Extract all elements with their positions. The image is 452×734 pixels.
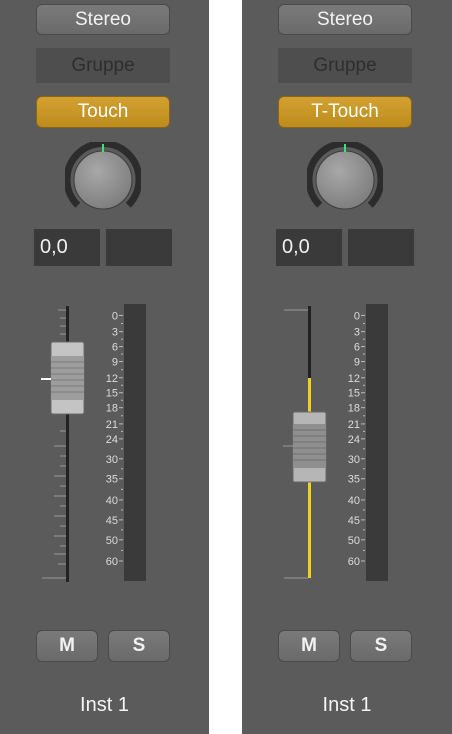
group-slot[interactable]: Gruppe	[36, 48, 170, 83]
output-button[interactable]: Stereo	[278, 4, 412, 35]
meter-scale-label: 12	[348, 373, 360, 385]
meter-scale-label: 3	[354, 327, 360, 339]
meter-scale-label: 21	[348, 419, 360, 431]
pan-value-display[interactable]: 0,0	[276, 229, 342, 266]
group-slot[interactable]: Gruppe	[278, 48, 412, 83]
meter-scale-label: 12	[106, 373, 118, 385]
peak-display	[348, 229, 414, 266]
meter-scale-label: 60	[348, 556, 360, 568]
volume-fader-meter: 0 3 6 9 12 15 18 21 24 30 35 40 45 50 60	[41, 304, 146, 582]
meter-scale-label: 50	[106, 535, 118, 547]
meter-scale-label: 9	[354, 357, 360, 369]
meter-scale-label: 0	[112, 310, 118, 322]
meter-scale-label: 15	[106, 388, 118, 400]
meter-scale-label: 18	[348, 403, 360, 415]
automation-mode-button[interactable]: Touch	[36, 96, 170, 128]
meter-scale-label: 45	[106, 515, 118, 527]
pan-value-display[interactable]: 0,0	[34, 229, 100, 266]
meter-scale-label: 0	[354, 310, 360, 322]
peak-display	[106, 229, 172, 266]
meter-scale-label: 24	[106, 434, 118, 446]
solo-button[interactable]: S	[350, 630, 412, 662]
channel-strip-1: Stereo Gruppe Touch 0,0 0 3 6 9 12 15 18…	[0, 0, 209, 734]
level-meter	[366, 304, 388, 581]
meter-scale-label: 18	[106, 403, 118, 415]
fader-cap[interactable]	[41, 341, 85, 415]
meter-scale-label: 30	[106, 454, 118, 466]
meter-scale-label: 21	[106, 419, 118, 431]
solo-button[interactable]: S	[108, 630, 170, 662]
meter-scale-label: 30	[348, 454, 360, 466]
meter-scale-label: 40	[348, 495, 360, 507]
meter-scale-label: 35	[348, 474, 360, 486]
mute-button[interactable]: M	[278, 630, 340, 662]
mute-button[interactable]: M	[36, 630, 98, 662]
track-name[interactable]: Inst 1	[242, 694, 452, 717]
meter-scale-label: 45	[348, 515, 360, 527]
meter-scale-label: 60	[106, 556, 118, 568]
pan-knob[interactable]	[65, 142, 141, 218]
meter-scale-label: 15	[348, 388, 360, 400]
meter-scale-label: 24	[348, 434, 360, 446]
meter-scale-label: 6	[112, 342, 118, 354]
meter-scale-label: 40	[106, 495, 118, 507]
meter-scale-label: 50	[348, 535, 360, 547]
track-name[interactable]: Inst 1	[0, 694, 209, 717]
output-button[interactable]: Stereo	[36, 4, 170, 35]
fader-cap[interactable]	[283, 411, 327, 483]
meter-scale-label: 6	[354, 342, 360, 354]
fader-track	[308, 306, 311, 378]
level-meter	[124, 304, 146, 581]
meter-scale-label: 9	[112, 357, 118, 369]
automation-mode-button[interactable]: T-Touch	[278, 96, 412, 128]
volume-fader-meter: 0 3 6 9 12 15 18 21 24 30 35 40 45 50 60	[283, 304, 388, 581]
meter-scale-label: 3	[112, 327, 118, 339]
pan-knob[interactable]	[307, 142, 383, 218]
meter-scale-label: 35	[106, 474, 118, 486]
channel-strip-2: Stereo Gruppe T-Touch 0,0 0 3 6 9 12 15 18 …	[242, 0, 452, 734]
